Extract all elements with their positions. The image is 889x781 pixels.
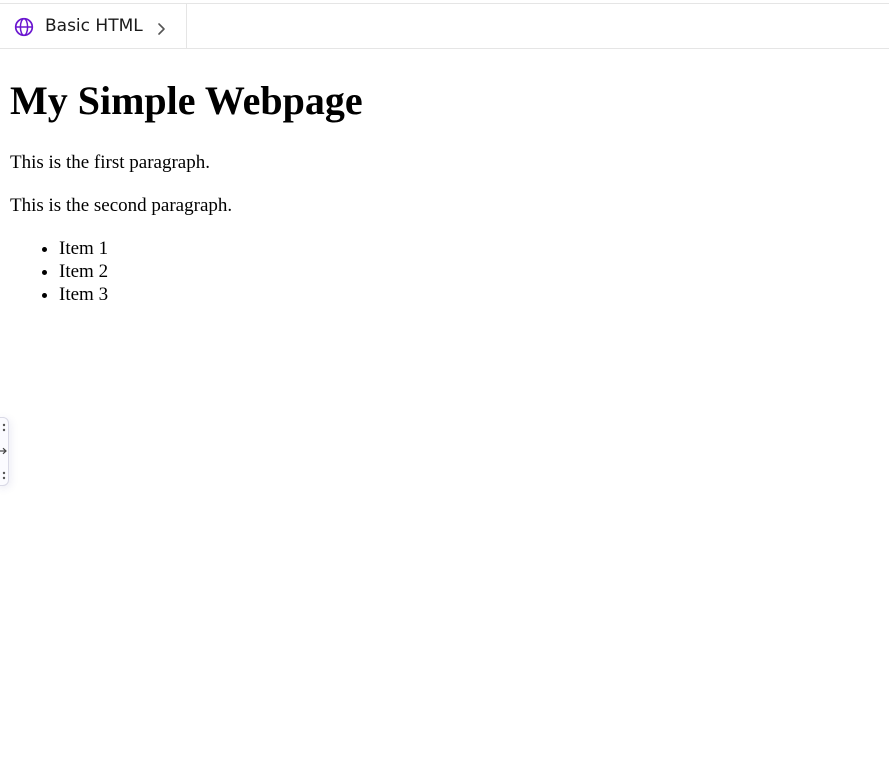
drag-dots-icon	[2, 471, 6, 480]
list-item: Item 3	[59, 283, 108, 306]
globe-icon	[14, 17, 34, 37]
second-paragraph: This is the second paragraph.	[10, 195, 233, 216]
list-item: Item 1	[59, 237, 108, 260]
arrow-right-icon[interactable]	[0, 447, 7, 455]
tab-bar: Basic HTML	[0, 3, 889, 49]
first-paragraph: This is the first paragraph.	[10, 152, 210, 173]
rendered-document: My Simple Webpage This is the first para…	[10, 78, 870, 305]
page-title: My Simple Webpage	[10, 78, 363, 123]
drag-dots-icon	[2, 423, 6, 432]
tab-label: Basic HTML	[45, 16, 143, 36]
tab-basic-html[interactable]: Basic HTML	[0, 4, 187, 49]
chevron-right-icon[interactable]	[156, 22, 168, 36]
side-panel-handle[interactable]	[0, 417, 9, 486]
item-list: Item 1 Item 2 Item 3	[10, 237, 108, 306]
list-item: Item 2	[59, 260, 108, 283]
